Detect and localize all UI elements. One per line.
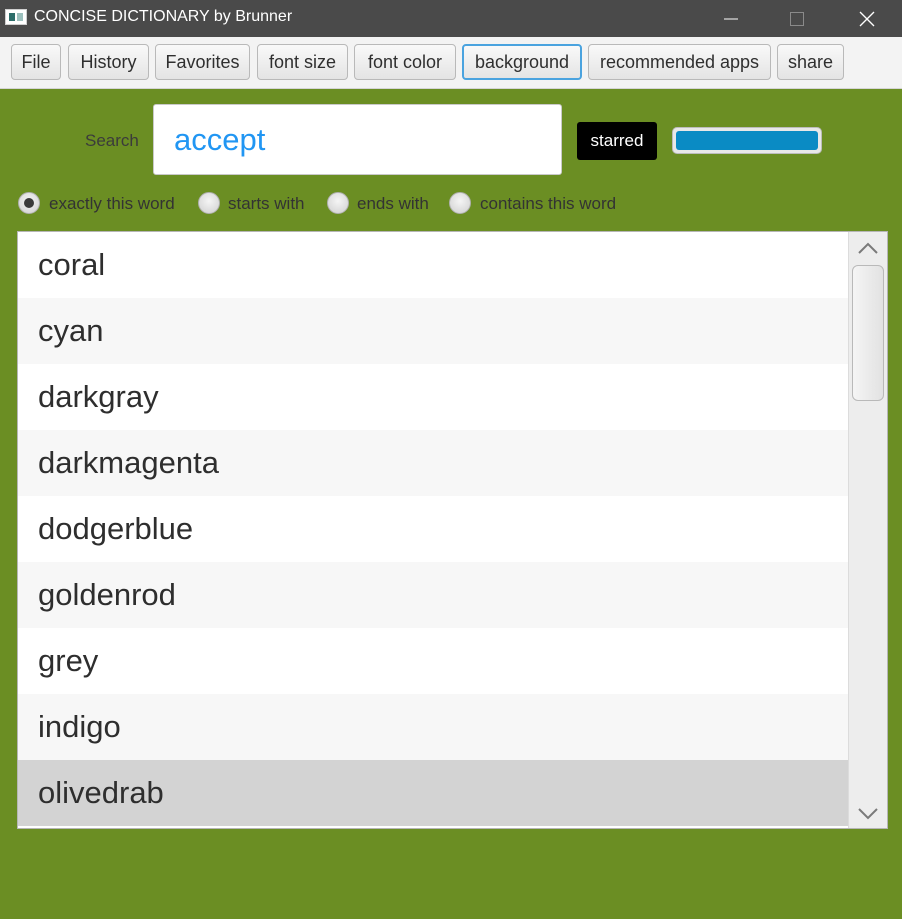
progress-fill (676, 131, 818, 150)
progress-bar (672, 127, 822, 154)
radio-button[interactable] (198, 192, 220, 214)
radio-label: exactly this word (49, 194, 175, 213)
minimize-icon[interactable] (708, 0, 754, 37)
list-item[interactable]: darkgray (18, 364, 848, 430)
list-item-selected[interactable]: olivedrab (18, 760, 848, 826)
recommended-apps-button[interactable]: recommended apps (588, 44, 771, 80)
radio-button[interactable] (449, 192, 471, 214)
font-size-button[interactable]: font size (257, 44, 348, 80)
title-bar: CONCISE DICTIONARY by Brunner (0, 0, 902, 37)
chevron-down-icon[interactable] (857, 806, 879, 820)
list-item[interactable]: dodgerblue (18, 496, 848, 562)
results-list: coral cyan darkgray darkmagenta dodgerbl… (17, 231, 888, 829)
search-label: Search (85, 131, 139, 150)
list-item[interactable]: indigo (18, 694, 848, 760)
chevron-up-icon[interactable] (857, 240, 879, 254)
favorites-button[interactable]: Favorites (155, 44, 250, 80)
toolbar: File History Favorites font size font co… (0, 37, 902, 89)
list-item[interactable]: darkmagenta (18, 430, 848, 496)
file-button[interactable]: File (11, 44, 61, 80)
scrollbar-thumb[interactable] (852, 265, 884, 401)
search-input[interactable] (153, 104, 562, 175)
font-color-button[interactable]: font color (354, 44, 456, 80)
list-item[interactable]: coral (18, 232, 848, 298)
maximize-icon[interactable] (774, 0, 820, 37)
list-item[interactable]: grey (18, 628, 848, 694)
starred-button[interactable]: starred (577, 122, 657, 160)
history-button[interactable]: History (68, 44, 149, 80)
scrollbar[interactable] (848, 232, 887, 828)
background-button[interactable]: background (462, 44, 582, 80)
radio-label: starts with (228, 194, 305, 213)
window-title: CONCISE DICTIONARY by Brunner (34, 8, 293, 25)
share-button[interactable]: share (777, 44, 844, 80)
radio-label: ends with (357, 194, 429, 213)
radio-button[interactable] (327, 192, 349, 214)
app-icon (5, 9, 27, 25)
close-icon[interactable] (844, 0, 890, 37)
radio-label: contains this word (480, 194, 617, 213)
radio-selected-dot (24, 198, 34, 208)
list-item[interactable]: goldenrod (18, 562, 848, 628)
list-item[interactable]: cyan (18, 298, 848, 364)
radio-button[interactable] (18, 192, 40, 214)
